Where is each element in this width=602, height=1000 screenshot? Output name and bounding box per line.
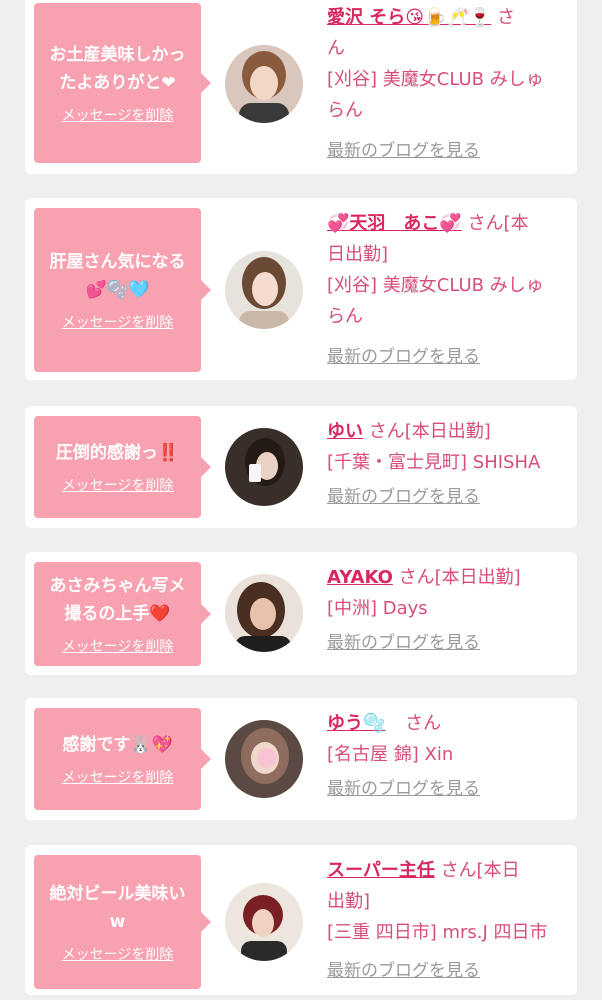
girl-name-link[interactable]: ゆう🫧 xyxy=(327,713,385,734)
avatar[interactable] xyxy=(225,720,303,798)
message-text: あさみちゃん写メ 撮るの上手❤️ xyxy=(49,576,186,624)
latest-blog-link[interactable]: 最新のブログを見る xyxy=(327,774,480,805)
girl-info: スーパー主任 さん[本日 出勤] [三重 四日市] mrs.J 四日市 最新のブ… xyxy=(327,855,569,987)
girl-info: 💞天羽 あこ💞 さん[本 日出勤] [刈谷] 美魔女CLUB みしゅ らん 最新… xyxy=(327,208,569,373)
girl-info: AYAKO さん[本日出勤] [中洲] Days 最新のブログを見る xyxy=(327,562,569,659)
latest-blog-link[interactable]: 最新のブログを見る xyxy=(327,342,480,373)
honorific-text: さん[本日出勤] xyxy=(368,421,491,442)
girl-name-link[interactable]: スーパー主任 xyxy=(327,860,435,881)
shop-name: [刈谷] 美魔女CLUB みしゅ らん xyxy=(327,69,544,121)
message-bubble: お土産美味しかっ たよありがと❤ メッセージを削除 xyxy=(34,3,211,163)
shop-name: [中洲] Days xyxy=(327,598,428,619)
message-text: 肝屋さん気になる 💕🫧🩵 xyxy=(49,252,186,300)
avatar[interactable] xyxy=(225,428,303,506)
avatar[interactable] xyxy=(225,883,303,961)
girl-name-link[interactable]: 💞天羽 あこ💞 xyxy=(327,213,462,234)
avatar[interactable] xyxy=(225,45,303,123)
message-text: 絶対ビール美味い w xyxy=(49,884,186,932)
latest-blog-link[interactable]: 最新のブログを見る xyxy=(327,482,480,513)
message-card: 圧倒的感謝っ‼️ メッセージを削除 ゆい さん[本日出勤] [千葉・富士見町] … xyxy=(25,406,577,528)
latest-blog-link[interactable]: 最新のブログを見る xyxy=(327,136,480,167)
avatar[interactable] xyxy=(225,574,303,652)
girl-info: ゆう🫧 さん [名古屋 錦] Xin 最新のブログを見る xyxy=(327,708,569,805)
latest-blog-link[interactable]: 最新のブログを見る xyxy=(327,956,480,987)
shop-name: [刈谷] 美魔女CLUB みしゅ らん xyxy=(327,275,544,327)
shop-name: [三重 四日市] mrs.J 四日市 xyxy=(327,922,548,943)
honorific-text: さん xyxy=(405,713,442,734)
message-text: 感謝です🐰💖 xyxy=(62,735,173,755)
message-card: 肝屋さん気になる 💕🫧🩵 メッセージを削除 💞天羽 あこ💞 さん[本 日出勤] … xyxy=(25,198,577,380)
shop-name: [千葉・富士見町] SHISHA xyxy=(327,452,541,473)
girl-name-link[interactable]: AYAKO xyxy=(327,567,393,588)
delete-message-link[interactable]: メッセージを削除 xyxy=(62,105,174,125)
message-card: お土産美味しかっ たよありがと❤ メッセージを削除 愛沢 そら😘🍺🥂🍷 さ ん … xyxy=(25,0,577,174)
honorific-text: さん[本日出勤] xyxy=(398,567,521,588)
message-bubble: 圧倒的感謝っ‼️ メッセージを削除 xyxy=(34,416,211,518)
delete-message-link[interactable]: メッセージを削除 xyxy=(62,636,174,656)
message-bubble: 絶対ビール美味い w メッセージを削除 xyxy=(34,855,211,989)
message-bubble: 感謝です🐰💖 メッセージを削除 xyxy=(34,708,211,810)
girl-info: ゆい さん[本日出勤] [千葉・富士見町] SHISHA 最新のブログを見る xyxy=(327,416,569,513)
message-bubble: 肝屋さん気になる 💕🫧🩵 メッセージを削除 xyxy=(34,208,211,372)
shop-name: [名古屋 錦] Xin xyxy=(327,744,454,765)
girl-info: 愛沢 そら😘🍺🥂🍷 さ ん [刈谷] 美魔女CLUB みしゅ らん 最新のブログ… xyxy=(327,2,569,167)
message-text: 圧倒的感謝っ‼️ xyxy=(55,443,180,463)
delete-message-link[interactable]: メッセージを削除 xyxy=(62,475,174,495)
message-card: 感謝です🐰💖 メッセージを削除 ゆう🫧 さん [名古屋 錦] Xin 最新のブロ… xyxy=(25,698,577,820)
delete-message-link[interactable]: メッセージを削除 xyxy=(62,944,174,964)
message-card: あさみちゃん写メ 撮るの上手❤️ メッセージを削除 AYAKO さん[本日出勤]… xyxy=(25,552,577,675)
message-bubble: あさみちゃん写メ 撮るの上手❤️ メッセージを削除 xyxy=(34,562,211,666)
message-card: 絶対ビール美味い w メッセージを削除 スーパー主任 さん[本日 出勤] [三重… xyxy=(25,845,577,995)
girl-name-link[interactable]: ゆい xyxy=(327,421,363,442)
girl-name-link[interactable]: 愛沢 そら😘🍺🥂🍷 xyxy=(327,7,491,28)
message-text: お土産美味しかっ たよありがと❤ xyxy=(49,45,186,93)
avatar[interactable] xyxy=(225,251,303,329)
delete-message-link[interactable]: メッセージを削除 xyxy=(62,312,174,332)
delete-message-link[interactable]: メッセージを削除 xyxy=(62,767,174,787)
latest-blog-link[interactable]: 最新のブログを見る xyxy=(327,628,480,659)
